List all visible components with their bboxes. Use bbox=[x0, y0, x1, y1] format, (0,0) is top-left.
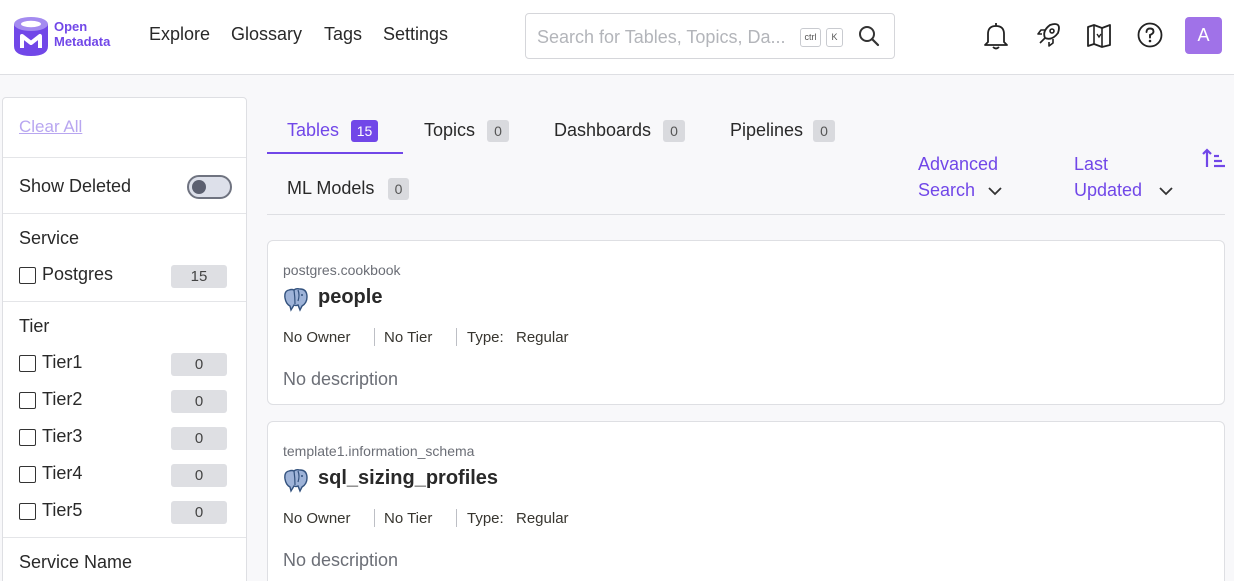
kbd-k: K bbox=[826, 28, 843, 47]
checkbox[interactable] bbox=[19, 392, 36, 409]
owner-info: No Owner bbox=[283, 510, 351, 527]
filter-tier5[interactable]: Tier5 0 bbox=[19, 500, 233, 524]
postgres-icon bbox=[284, 468, 308, 493]
chevron-down-icon[interactable] bbox=[987, 185, 1003, 197]
divider bbox=[3, 157, 246, 158]
filter-sidebar: Clear All Show Deleted Service Postgres … bbox=[2, 97, 247, 581]
filter-label: Postgres bbox=[42, 264, 114, 284]
help-icon[interactable] bbox=[1136, 21, 1164, 49]
owner-info: No Owner bbox=[283, 329, 351, 346]
chevron-down-icon[interactable] bbox=[1158, 185, 1174, 197]
divider bbox=[3, 537, 246, 538]
search-icon[interactable] bbox=[857, 24, 881, 48]
filter-tier2[interactable]: Tier2 0 bbox=[19, 389, 233, 413]
service-section-title: Service bbox=[19, 228, 80, 248]
nav-explore[interactable]: Explore bbox=[149, 24, 210, 45]
tab-ml-models-count: 0 bbox=[388, 178, 409, 200]
meta-separator bbox=[456, 509, 457, 527]
tab-label: Dashboards bbox=[554, 120, 652, 140]
clear-all-link[interactable]: Clear All bbox=[19, 117, 82, 137]
entity-name[interactable]: sql_sizing_profiles bbox=[318, 467, 498, 490]
entity-name[interactable]: people bbox=[318, 286, 382, 309]
filter-count: 0 bbox=[171, 501, 227, 524]
nav-tags[interactable]: Tags bbox=[324, 24, 362, 45]
entity-path[interactable]: template1.information_schema bbox=[283, 443, 474, 459]
tab-pipelines-count: 0 bbox=[813, 120, 835, 142]
meta-separator bbox=[374, 328, 375, 346]
filter-count: 0 bbox=[171, 464, 227, 487]
meta-separator bbox=[456, 328, 457, 346]
entity-path[interactable]: postgres.cookbook bbox=[283, 262, 401, 278]
type-value: Regular bbox=[516, 510, 569, 527]
sort-field-dropdown[interactable]: Last Updated bbox=[1074, 151, 1142, 203]
checkbox[interactable] bbox=[19, 429, 36, 446]
filter-label: Tier4 bbox=[42, 463, 83, 483]
entity-description: No description bbox=[283, 550, 399, 570]
filter-count: 0 bbox=[171, 427, 227, 450]
search-placeholder: Search for Tables, Topics, Da... bbox=[537, 27, 786, 47]
nav-glossary[interactable]: Glossary bbox=[231, 24, 302, 45]
rocket-icon[interactable] bbox=[1034, 21, 1062, 49]
tab-topics[interactable]: Topics bbox=[424, 120, 475, 141]
show-deleted-label: Show Deleted bbox=[19, 176, 132, 196]
result-card[interactable]: postgres.cookbook people No Owner No Tie… bbox=[267, 240, 1225, 405]
tab-dashboards-count: 0 bbox=[663, 120, 685, 142]
filter-service-postgres[interactable]: Postgres 15 bbox=[19, 264, 233, 288]
filter-count: 15 bbox=[171, 265, 227, 288]
tier-section-title: Tier bbox=[19, 316, 50, 336]
checkbox[interactable] bbox=[19, 466, 36, 483]
filter-label: Tier1 bbox=[42, 352, 83, 372]
sort-order-icon[interactable] bbox=[1202, 148, 1226, 170]
filter-tier3[interactable]: Tier3 0 bbox=[19, 426, 233, 450]
type-label: Type: bbox=[467, 329, 504, 346]
logo-text: Open Metadata bbox=[54, 19, 111, 49]
filter-count: 0 bbox=[171, 353, 227, 376]
search-input[interactable]: Search for Tables, Topics, Da... ctrl K bbox=[525, 13, 895, 59]
toggle-knob bbox=[192, 180, 206, 194]
type-value: Regular bbox=[516, 329, 569, 346]
bell-icon[interactable] bbox=[983, 21, 1009, 51]
openmetadata-logo[interactable]: Open Metadata bbox=[12, 14, 128, 58]
divider bbox=[3, 213, 246, 214]
tab-pipelines[interactable]: Pipelines bbox=[730, 120, 803, 141]
meta-separator bbox=[374, 509, 375, 527]
filter-label: Tier2 bbox=[42, 389, 83, 409]
tab-label: Tables bbox=[287, 120, 340, 140]
entity-description: No description bbox=[283, 369, 399, 389]
tab-topics-count: 0 bbox=[487, 120, 509, 142]
checkbox[interactable] bbox=[19, 503, 36, 520]
service-name-section-title: Service Name bbox=[19, 552, 133, 572]
tabs-divider bbox=[267, 214, 1225, 215]
tab-ml-models[interactable]: ML Models bbox=[287, 178, 374, 199]
tier-info: No Tier bbox=[384, 329, 433, 346]
tab-tables-count: 15 bbox=[351, 120, 378, 142]
tab-label: ML Models bbox=[287, 178, 375, 198]
checkbox[interactable] bbox=[19, 355, 36, 372]
tab-label: Topics bbox=[424, 120, 476, 140]
kbd-ctrl: ctrl bbox=[800, 28, 821, 47]
postgres-icon bbox=[284, 287, 308, 312]
active-tab-indicator bbox=[267, 152, 403, 154]
type-label: Type: bbox=[467, 510, 504, 527]
filter-tier4[interactable]: Tier4 0 bbox=[19, 463, 233, 487]
tab-tables[interactable]: Tables bbox=[287, 120, 339, 141]
tab-dashboards[interactable]: Dashboards bbox=[554, 120, 651, 141]
tab-label: Pipelines bbox=[730, 120, 804, 140]
checkbox[interactable] bbox=[19, 267, 36, 284]
filter-label: Tier3 bbox=[42, 426, 83, 446]
tier-info: No Tier bbox=[384, 510, 433, 527]
show-deleted-toggle[interactable] bbox=[187, 175, 232, 199]
filter-label: Tier5 bbox=[42, 500, 83, 520]
user-avatar[interactable]: A bbox=[1185, 17, 1222, 54]
result-card[interactable]: template1.information_schema sql_sizing_… bbox=[267, 421, 1225, 581]
divider bbox=[3, 301, 246, 302]
map-icon[interactable] bbox=[1086, 21, 1112, 49]
top-header: Open Metadata Explore Glossary Tags Sett… bbox=[0, 0, 1234, 75]
nav-settings[interactable]: Settings bbox=[383, 24, 448, 45]
filter-count: 0 bbox=[171, 390, 227, 413]
filter-tier1[interactable]: Tier1 0 bbox=[19, 352, 233, 376]
